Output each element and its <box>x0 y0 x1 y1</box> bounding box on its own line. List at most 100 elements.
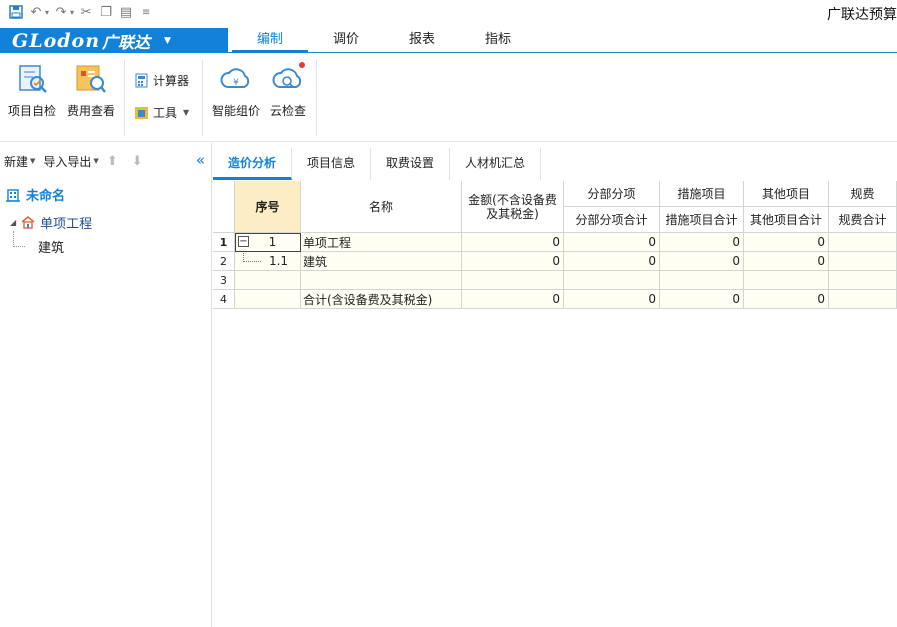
tab-project-info[interactable]: 项目信息 <box>292 148 372 180</box>
seq-value: 1 <box>268 235 277 249</box>
table-cell-name[interactable]: 建筑 <box>301 252 462 271</box>
tab-fee-settings[interactable]: 取费设置 <box>371 148 451 180</box>
expand-triangle-icon[interactable]: ◢ <box>10 218 16 227</box>
tree-item-single-project[interactable]: ◢ 单项工程 <box>10 213 92 232</box>
table-cell-qtxm[interactable]: 0 <box>744 252 829 271</box>
calculator-button[interactable]: 计算器 <box>134 70 189 90</box>
column-header-csxm[interactable]: 措施项目 <box>660 181 744 207</box>
building-icon <box>6 188 20 202</box>
tree-connector <box>243 252 261 262</box>
tree-toolbar: 新建 ▼ 导入导出 ▼ ⬆ ⬇ <box>0 143 211 179</box>
table-cell-name[interactable] <box>301 271 462 290</box>
paste-icon[interactable]: ▤ <box>118 4 134 20</box>
table-cell-seq[interactable] <box>235 271 301 290</box>
column-header-amount[interactable]: 金额(不含设备费及其税金) <box>462 181 564 233</box>
tree-item-label: 单项工程 <box>40 217 93 232</box>
table-cell-qtxm[interactable] <box>744 271 829 290</box>
table-cell-csxm[interactable]: 0 <box>660 252 744 271</box>
table-cell-amount[interactable]: 0 <box>462 290 564 309</box>
import-export-label: 导入导出 <box>43 154 92 169</box>
row-number[interactable]: 1 <box>213 233 235 252</box>
table-cell-amount[interactable]: 0 <box>462 252 564 271</box>
cut-icon[interactable]: ✂ <box>78 4 94 20</box>
customize-toolbar-icon[interactable]: ≡ <box>138 4 154 20</box>
tree-item-building[interactable]: 建筑 <box>38 237 64 256</box>
project-check-label: 项目自检 <box>7 104 56 118</box>
table-cell-gf[interactable] <box>829 233 897 252</box>
collapse-panel-icon[interactable]: « <box>196 151 205 169</box>
ribbon-divider <box>316 60 317 136</box>
calculator-icon <box>135 73 148 87</box>
undo-dropdown-icon[interactable]: ▾ <box>45 8 49 17</box>
move-down-icon[interactable]: ⬇ <box>132 154 143 169</box>
import-export-button[interactable]: 导入导出 ▼ <box>43 153 98 170</box>
table-cell-fbfx[interactable] <box>564 271 660 290</box>
tab-zhibiao[interactable]: 指标 <box>460 28 536 53</box>
tools-button[interactable]: 工具 ▼ <box>134 102 189 122</box>
table-cell-amount[interactable]: 0 <box>462 233 564 252</box>
tab-cost-analysis[interactable]: 造价分析 <box>213 148 293 180</box>
table-cell-gf[interactable] <box>829 271 897 290</box>
table-cell-seq[interactable]: 1.1 <box>235 252 301 271</box>
row-number[interactable]: 2 <box>213 252 235 271</box>
table-cell-seq[interactable] <box>235 290 301 309</box>
row-number[interactable]: 4 <box>213 290 235 309</box>
table-cell-name[interactable]: 合计(含设备费及其税金) <box>301 290 462 309</box>
table-cell-name[interactable]: 单项工程 <box>301 233 462 252</box>
tab-bianzhi[interactable]: 编制 <box>232 28 308 53</box>
column-header-fbfx-total[interactable]: 分部分项合计 <box>564 207 660 233</box>
new-label: 新建 <box>4 154 29 169</box>
table-cell-gf[interactable] <box>829 290 897 309</box>
ribbon-divider <box>202 60 203 136</box>
collapse-node-icon[interactable]: − <box>238 236 249 247</box>
row-number[interactable]: 3 <box>213 271 235 290</box>
tree-root-label: 未命名 <box>26 189 66 204</box>
redo-icon[interactable]: ↷ <box>53 4 69 20</box>
brand-name: 广联达 <box>102 32 151 52</box>
new-button[interactable]: 新建 ▼ <box>4 153 35 170</box>
main-menu-tabs: 编制 调价 报表 指标 <box>232 28 536 53</box>
row-header-corner <box>213 181 235 233</box>
app-title: 广联达预算 <box>827 7 897 23</box>
table-cell-gf[interactable] <box>829 252 897 271</box>
tab-labor-material-summary[interactable]: 人材机汇总 <box>450 148 542 180</box>
table-cell-qtxm[interactable]: 0 <box>744 233 829 252</box>
column-header-seq[interactable]: 序号 <box>235 181 301 233</box>
cost-view-label: 费用查看 <box>66 104 115 118</box>
column-header-qtxm-total[interactable]: 其他项目合计 <box>744 207 829 233</box>
table-cell-fbfx[interactable]: 0 <box>564 290 660 309</box>
smart-pricing-button[interactable]: ¥ 智能组价 <box>208 62 264 119</box>
tree-root-item[interactable]: 未命名 <box>6 185 65 204</box>
project-check-button[interactable]: 项目自检 <box>4 62 60 119</box>
cost-view-icon <box>74 62 108 96</box>
table-cell-amount[interactable] <box>462 271 564 290</box>
column-header-name[interactable]: 名称 <box>301 181 462 233</box>
ribbon-divider <box>124 60 125 136</box>
table-cell-fbfx[interactable]: 0 <box>564 252 660 271</box>
ribbon-toolbar: 项目自检 费用查看 计算器 工具 ▼ ¥ 智能组价 云检查 <box>0 54 897 142</box>
new-dropdown-icon: ▼ <box>30 157 36 165</box>
copy-icon[interactable]: ❐ <box>98 4 114 20</box>
table-cell-csxm[interactable]: 0 <box>660 290 744 309</box>
tab-baobiao[interactable]: 报表 <box>384 28 460 53</box>
undo-icon[interactable]: ↶ <box>28 4 44 20</box>
column-header-qtxm[interactable]: 其他项目 <box>744 181 829 207</box>
column-header-gf-total[interactable]: 规费合计 <box>829 207 897 233</box>
save-icon[interactable] <box>8 4 24 20</box>
tab-tiaojia[interactable]: 调价 <box>308 28 384 53</box>
content-tabs: 造价分析 项目信息 取费设置 人材机汇总 <box>213 148 542 180</box>
brand-menu-button[interactable]: GLodon 广联达 ▼ <box>0 28 228 53</box>
cloud-check-button[interactable]: 云检查 <box>260 62 316 119</box>
redo-dropdown-icon[interactable]: ▾ <box>70 8 74 17</box>
table-cell-csxm[interactable]: 0 <box>660 233 744 252</box>
column-header-fbfx[interactable]: 分部分项 <box>564 181 660 207</box>
chevron-down-icon: ▼ <box>164 35 171 46</box>
cost-view-button[interactable]: 费用查看 <box>63 62 119 119</box>
table-cell-seq[interactable]: − 1 <box>235 233 301 252</box>
column-header-csxm-total[interactable]: 措施项目合计 <box>660 207 744 233</box>
column-header-gf[interactable]: 规费 <box>829 181 897 207</box>
table-cell-fbfx[interactable]: 0 <box>564 233 660 252</box>
table-cell-csxm[interactable] <box>660 271 744 290</box>
move-up-icon[interactable]: ⬆ <box>107 154 118 169</box>
table-cell-qtxm[interactable]: 0 <box>744 290 829 309</box>
